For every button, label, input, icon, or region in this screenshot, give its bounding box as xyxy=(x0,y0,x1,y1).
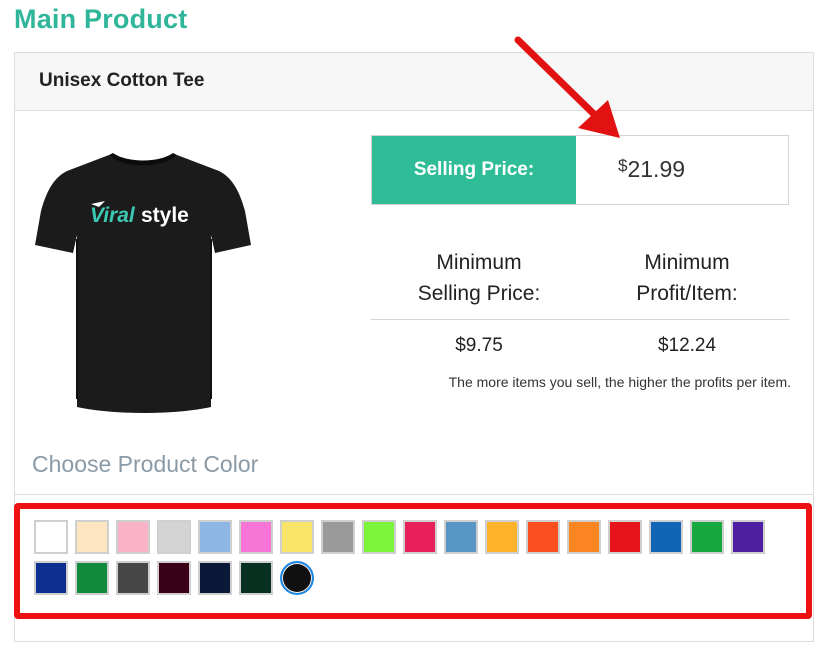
color-swatch[interactable] xyxy=(239,561,273,595)
color-swatch[interactable] xyxy=(362,520,396,554)
color-swatch[interactable] xyxy=(731,520,765,554)
color-swatch[interactable] xyxy=(444,520,478,554)
color-swatch[interactable] xyxy=(403,520,437,554)
min-profit-value: $12.24 xyxy=(657,335,717,356)
product-page: Main Product Unisex Cotton Tee Viral sty… xyxy=(0,0,828,664)
profit-note: The more items you sell, the higher the … xyxy=(448,374,791,390)
color-swatch[interactable] xyxy=(280,520,314,554)
product-tshirt-image: Viral style xyxy=(35,153,251,413)
choose-color-heading: Choose Product Color xyxy=(32,451,259,477)
color-swatch[interactable] xyxy=(198,561,232,595)
min-profit-heading-line1: Minimum xyxy=(644,251,730,274)
logo-text-viral: Viral xyxy=(90,204,136,227)
color-swatch[interactable] xyxy=(649,520,683,554)
min-selling-price-heading-line2: Selling Price: xyxy=(417,282,541,305)
color-swatch[interactable] xyxy=(321,520,355,554)
color-swatch[interactable] xyxy=(567,520,601,554)
color-swatch-grid xyxy=(34,520,804,595)
color-swatch[interactable] xyxy=(116,561,150,595)
min-selling-price-heading: Minimum Selling Price: xyxy=(379,247,579,309)
color-swatch[interactable] xyxy=(34,520,68,554)
selling-price-box[interactable]: Selling Price: $21.99 xyxy=(371,135,789,205)
card-header: Unisex Cotton Tee xyxy=(15,53,813,111)
color-swatch[interactable] xyxy=(239,520,273,554)
min-profit-heading-line2: Profit/Item: xyxy=(636,282,738,305)
color-swatch[interactable] xyxy=(280,561,314,595)
color-swatch[interactable] xyxy=(34,561,68,595)
card-divider xyxy=(15,494,813,495)
color-swatch[interactable] xyxy=(526,520,560,554)
min-selling-price-heading-line1: Minimum xyxy=(436,251,522,274)
logo-text-style: style xyxy=(141,204,189,227)
selling-price-label: Selling Price: xyxy=(372,136,576,204)
min-selling-price-value: $9.75 xyxy=(455,335,503,356)
color-swatch[interactable] xyxy=(75,520,109,554)
red-arrow-annotation xyxy=(514,36,620,138)
color-swatch[interactable] xyxy=(116,520,150,554)
color-swatch[interactable] xyxy=(75,561,109,595)
color-swatch[interactable] xyxy=(198,520,232,554)
pricing-divider xyxy=(371,319,789,320)
selling-price-input[interactable]: $21.99 xyxy=(618,156,685,183)
section-title: Main Product xyxy=(14,4,188,34)
selling-price-value: 21.99 xyxy=(627,156,686,182)
color-swatch[interactable] xyxy=(157,561,191,595)
color-swatch[interactable] xyxy=(608,520,642,554)
min-profit-heading: Minimum Profit/Item: xyxy=(587,247,787,309)
color-swatch[interactable] xyxy=(157,520,191,554)
color-swatch[interactable] xyxy=(690,520,724,554)
color-swatch[interactable] xyxy=(485,520,519,554)
product-name: Unisex Cotton Tee xyxy=(39,70,205,91)
